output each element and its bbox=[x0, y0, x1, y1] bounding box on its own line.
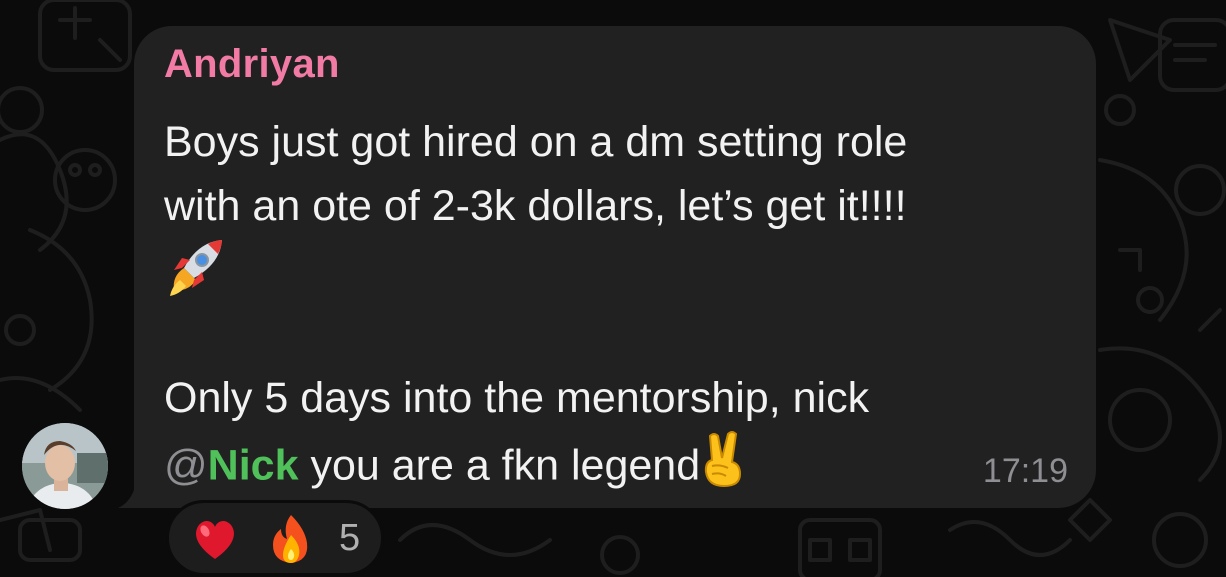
rocket-icon bbox=[164, 238, 224, 318]
fire-icon[interactable] bbox=[269, 513, 313, 565]
mention-link[interactable]: Nick bbox=[208, 441, 299, 489]
message-line-end: you are a fkn legend bbox=[298, 441, 701, 490]
mention-at-sign[interactable]: @ bbox=[164, 441, 208, 489]
reactions-bar[interactable]: 5 bbox=[166, 500, 384, 576]
red-heart-icon[interactable] bbox=[191, 515, 239, 563]
message-text: Boys just got hired on a dm setting role… bbox=[164, 110, 1084, 494]
sender-avatar[interactable] bbox=[22, 423, 108, 509]
victory-hand-icon bbox=[700, 430, 746, 506]
message-bubble[interactable]: Andriyan Boys just got hired on a dm set… bbox=[134, 26, 1096, 508]
message-line: Only 5 days into the mentorship, nick bbox=[164, 374, 870, 422]
message-line-emoji bbox=[164, 238, 1084, 302]
message-line: Boys just got hired on a dm setting role bbox=[164, 118, 908, 166]
message-line-mention: @Nick you are a fkn legend bbox=[164, 430, 1084, 494]
message-timestamp: 17:19 bbox=[982, 452, 1068, 490]
reaction-count: 5 bbox=[339, 517, 361, 559]
sender-name[interactable]: Andriyan bbox=[164, 42, 340, 87]
message-line: with an ote of 2-3k dollars, let’s get i… bbox=[164, 182, 907, 230]
